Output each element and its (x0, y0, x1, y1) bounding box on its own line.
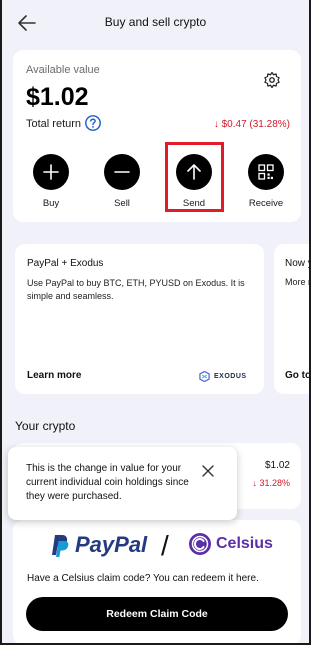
exodus-wordmark: EXODUS (214, 373, 247, 380)
paypal-logo: PayPal (48, 532, 147, 558)
portfolio-summary-card: Available value $1.02 Total return ↓ $0.… (13, 50, 301, 222)
exodus-icon (199, 371, 210, 382)
receive-label: Receive (248, 198, 284, 209)
promo-title: PayPal + Exodus (27, 258, 104, 269)
available-value-label: Available value (26, 64, 100, 76)
your-crypto-heading: Your crypto (15, 419, 76, 433)
close-icon[interactable] (200, 463, 216, 479)
promo-title: Now y (285, 258, 311, 269)
total-return-value: ↓ $0.47 (31.28%) (213, 119, 290, 130)
buy-button[interactable]: Buy (31, 154, 71, 209)
redeem-claim-code-button[interactable]: Redeem Claim Code (26, 597, 288, 631)
sell-button[interactable]: Sell (102, 154, 142, 209)
go-to-link[interactable]: Go to (285, 370, 309, 381)
total-return-label: Total return (26, 118, 82, 130)
app-screen: Buy and sell crypto Available value $1.0… (0, 0, 311, 645)
gear-icon[interactable] (263, 71, 281, 89)
celsius-wordmark: Celsius (216, 535, 273, 552)
claim-prompt: Have a Celsius claim code? You can redee… (27, 573, 259, 584)
holding-value: $1.02 (264, 460, 290, 471)
holding-change: ↓ 31.28% (252, 478, 290, 488)
promo-card-exodus[interactable]: PayPal + Exodus Use PayPal to buy BTC, E… (15, 244, 264, 394)
minus-icon (104, 154, 140, 190)
top-bar: Buy and sell crypto (2, 0, 309, 44)
paypal-wordmark: PayPal (75, 532, 148, 557)
promo-description: More r (285, 277, 311, 287)
send-highlight-box (165, 142, 224, 212)
exodus-logo: EXODUS (199, 371, 247, 382)
question-circle-icon[interactable] (84, 114, 102, 132)
celsius-claim-card: PayPal / Celsius Have a Celsius claim co… (13, 520, 301, 643)
promo-description: Use PayPal to buy BTC, ETH, PYUSD on Exo… (27, 278, 245, 301)
qr-code-icon (248, 154, 284, 190)
sell-label: Sell (114, 198, 130, 209)
receive-button[interactable]: Receive (246, 154, 286, 209)
paypal-icon (52, 535, 69, 557)
logo-divider: / (161, 530, 169, 561)
learn-more-link[interactable]: Learn more (27, 370, 81, 381)
total-return-tooltip: This is the change in value for your cur… (8, 447, 237, 520)
plus-icon (33, 154, 69, 190)
available-value-amount: $1.02 (26, 83, 89, 111)
buy-label: Buy (42, 198, 60, 209)
celsius-icon (189, 533, 211, 555)
celsius-logo: Celsius (188, 532, 273, 556)
page-title: Buy and sell crypto (104, 15, 207, 29)
tooltip-text: This is the change in value for your cur… (26, 463, 189, 502)
promo-card-2[interactable]: Now y More r Go to (274, 244, 311, 394)
